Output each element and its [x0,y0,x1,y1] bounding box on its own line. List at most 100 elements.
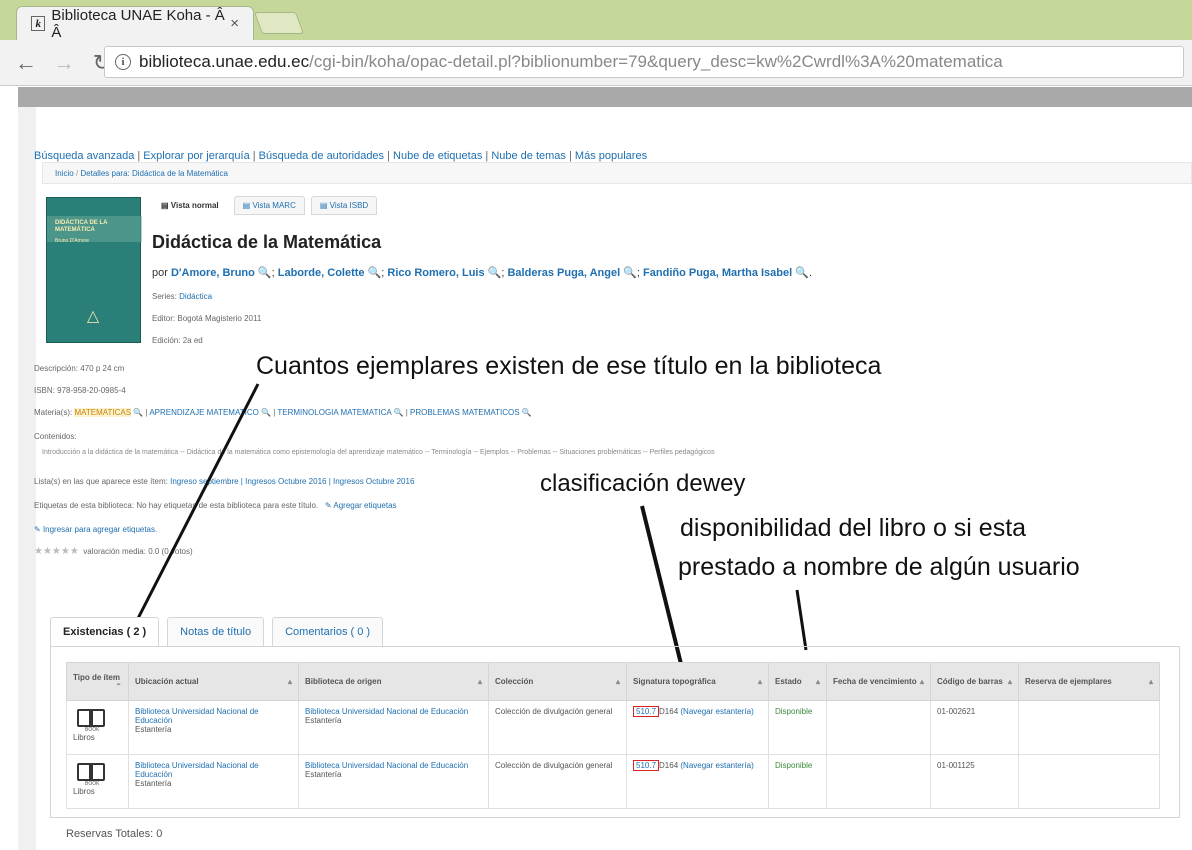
lists-links[interactable]: Ingreso septiembre | Ingresos Octubre 20… [170,477,414,486]
nav-link-tag-cloud[interactable]: Nube de etiquetas [393,150,482,162]
location-link[interactable]: Biblioteca Universidad Nacional de Educa… [135,761,259,779]
lists-line: Lista(s) en las que aparece este ítem: I… [34,477,415,486]
author-link[interactable]: Balderas Puga, Angel [507,267,620,279]
close-tab-icon[interactable]: × [230,15,239,32]
subject-link[interactable]: MATEMATICAS [74,408,132,417]
cell-item-type: BOOK Libros [66,700,129,755]
cell-item-type: BOOK Libros [66,754,129,809]
tab-title-notes[interactable]: Notas de título [167,617,265,646]
tags-line: Etiquetas de esta biblioteca: No hay eti… [34,501,397,510]
publisher-logo-icon: △ [86,308,100,325]
cell-status: Disponible [768,754,827,809]
authors-line: por D'Amore, Bruno 🔍; Laborde, Colette 🔍… [152,267,812,279]
cell-barcode: 01-001125 [930,754,1019,809]
browser-tab[interactable]: k Biblioteca UNAE Koha - Â Â × [16,6,254,41]
sort-icon: ▴ [615,677,620,686]
book-icon [77,709,107,727]
view-tabs: ▤ Vista normal ▤ Vista MARC ▤ Vista ISBD [152,196,378,215]
tab-comments[interactable]: Comentarios ( 0 ) [272,617,384,646]
breadcrumb-current[interactable]: Detalles para: Didáctica de la Matemátic… [80,169,228,178]
col-item-type[interactable]: Tipo de ítem ⌃ [66,662,129,701]
cell-home-library: Biblioteca Universidad Nacional de Educa… [298,700,489,755]
holdings-tabs: Existencias ( 2 ) Notas de título Coment… [50,617,384,646]
nav-link-hierarchy[interactable]: Explorar por jerarquía [143,150,249,162]
sort-icon: ▴ [815,677,820,686]
author-link[interactable]: D'Amore, Bruno [171,267,255,279]
add-tags-link[interactable]: ✎ Agregar etiquetas [325,501,397,510]
series-line: Series: Didáctica [152,292,213,301]
home-library-link[interactable]: Biblioteca Universidad Nacional de Educa… [305,761,468,770]
subject-link[interactable]: PROBLEMAS MATEMATICOS [410,408,520,417]
cell-status: Disponible [768,700,827,755]
tab-marc-view[interactable]: ▤ Vista MARC [233,196,305,215]
col-home-library[interactable]: Biblioteca de origen ▴ [298,662,489,701]
cell-call-number: 510.7 D164 (Navegar estantería) [626,700,769,755]
author-link[interactable]: Laborde, Colette [278,267,365,279]
url-host: biblioteca.unae.edu.ec [139,52,310,71]
col-collection[interactable]: Colección ▴ [488,662,627,701]
forward-arrow-icon[interactable]: → [52,50,76,76]
col-due-date[interactable]: Fecha de vencimiento ▴ [826,662,931,701]
back-arrow-icon[interactable]: ← [14,50,38,76]
holdings-table: Tipo de ítem ⌃ Ubicación actual ▴ Biblio… [66,662,1160,809]
info-icon[interactable]: i [115,54,131,70]
series-link[interactable]: Didáctica [179,292,212,301]
table-header-row: Tipo de ítem ⌃ Ubicación actual ▴ Biblio… [66,662,1160,701]
login-tags-link[interactable]: ✎ Ingresar para agregar etiquetas. [34,525,157,534]
browse-shelf-link[interactable]: (Navegar estantería) [680,761,753,770]
cell-collection: Colección de divulgación general [488,700,627,755]
rating-stars-icon[interactable]: ★★★★★ [34,546,79,557]
table-row: BOOK Libros Biblioteca Universidad Nacio… [66,754,1160,809]
annotation-status-2: prestado a nombre de algún usuario [678,553,1080,581]
nav-link-subject-cloud[interactable]: Nube de temas [491,150,566,162]
cover-title: DIDÁCTICA DE LA MATEMÁTICA [55,220,108,233]
author-link[interactable]: Fandiño Puga, Martha Isabel [643,267,792,279]
top-nav-links: Búsqueda avanzada | Explorar por jerarqu… [34,150,648,162]
nav-link-advanced-search[interactable]: Búsqueda avanzada [34,150,134,162]
sort-icon: ▴ [919,677,924,686]
cell-collection: Colección de divulgación general [488,754,627,809]
cell-due-date [826,754,931,809]
status-badge: Disponible [775,707,813,716]
breadcrumb-home[interactable]: Inicio [55,169,74,178]
sort-icon: ▴ [757,677,762,686]
description-line: Descripción: 470 p 24 cm [34,364,125,373]
cell-home-library: Biblioteca Universidad Nacional de Educa… [298,754,489,809]
nav-link-authorities[interactable]: Búsqueda de autoridades [259,150,384,162]
author-link[interactable]: Rico Romero, Luis [387,267,484,279]
sort-icon: ⌃ [115,681,122,691]
cell-location: Biblioteca Universidad Nacional de Educa… [128,700,299,755]
col-call-number[interactable]: Signatura topográfica ▴ [626,662,769,701]
annotation-status-1: disponibilidad del libro o si esta [680,514,1027,542]
editor-line: Editor: Bogotá Magisterio 2011 [152,314,262,323]
browse-shelf-link[interactable]: (Navegar estantería) [680,707,753,716]
nav-link-most-popular[interactable]: Más populares [575,150,647,162]
tab-isbd-view[interactable]: ▤ Vista ISBD [310,196,378,215]
total-holds: Reservas Totales: 0 [66,828,163,840]
cell-due-date [826,700,931,755]
dewey-number: 510.7 [633,706,660,717]
cell-holds [1018,700,1160,755]
arrow-to-estado [795,589,808,651]
record-title: Didáctica de la Matemática [152,232,382,252]
new-tab-button[interactable] [253,12,305,34]
subject-link[interactable]: APRENDIZAJE MATEMATICO [149,408,259,417]
tab-holdings[interactable]: Existencias ( 2 ) [50,617,160,646]
home-library-link[interactable]: Biblioteca Universidad Nacional de Educa… [305,707,468,716]
cell-location: Biblioteca Universidad Nacional de Educa… [128,754,299,809]
col-status[interactable]: Estado ▴ [768,662,827,701]
location-link[interactable]: Biblioteca Universidad Nacional de Educa… [135,707,259,725]
table-row: BOOK Libros Biblioteca Universidad Nacio… [66,700,1160,755]
cell-call-number: 510.7 D164 (Navegar estantería) [626,754,769,809]
login-tags-line: ✎ Ingresar para agregar etiquetas. [34,525,157,534]
url-field[interactable]: i biblioteca.unae.edu.ec/cgi-bin/koha/op… [104,46,1184,78]
col-barcode[interactable]: Código de barras ▴ [930,662,1019,701]
col-location[interactable]: Ubicación actual ▴ [128,662,299,701]
book-cover-image: DIDÁCTICA DE LA MATEMÁTICA Bruno D'Amore… [46,197,142,343]
tab-normal-view[interactable]: ▤ Vista normal [152,196,228,215]
annotation-count: Cuantos ejemplares existen de ese título… [256,352,882,380]
subject-link[interactable]: TERMINOLOGIA MATEMATICA [277,408,391,417]
masthead-bar [18,87,1192,107]
col-holds[interactable]: Reserva de ejemplares ▴ [1018,662,1160,701]
subjects-line: Materia(s): MATEMATICAS 🔍 | APRENDIZAJE … [34,408,532,417]
